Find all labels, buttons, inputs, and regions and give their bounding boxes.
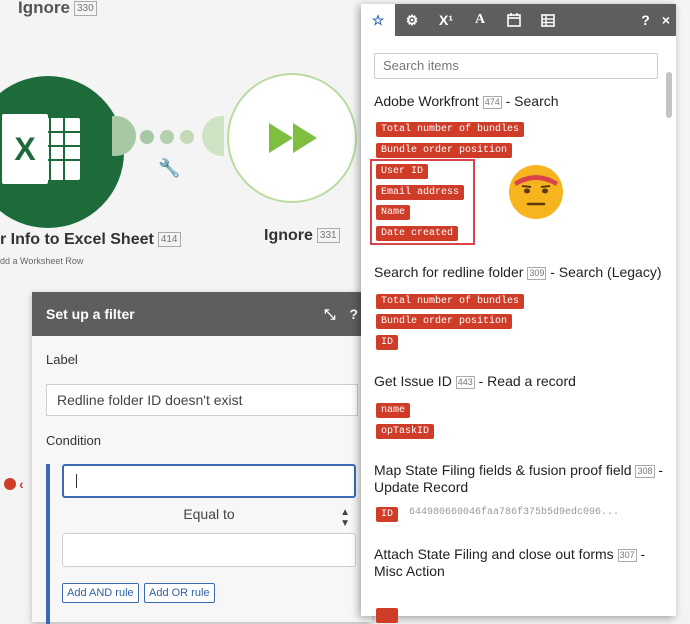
excel-node-id: 414 [157, 232, 181, 248]
module-title[interactable]: Adobe Workfront 474 - Search [374, 93, 559, 110]
module-name: Attach State Filing and close out forms [374, 546, 614, 562]
mapping-item[interactable]: ID [376, 507, 399, 522]
mapping-item[interactable]: ID [376, 335, 399, 350]
condition-group-bar [46, 464, 50, 624]
panel-controls: ? × [629, 4, 670, 36]
help-icon[interactable]: ? [349, 306, 358, 322]
help-icon[interactable]: ? [641, 12, 650, 28]
wrench-icon[interactable]: 🔧 [158, 158, 180, 179]
condition-caption: Condition [46, 433, 101, 448]
module-title[interactable]: Attach State Filing and close out forms … [374, 546, 664, 580]
table-icon [541, 13, 555, 27]
mapping-panel: ☆ ⚙ X¹ A ? × Search items Adobe Workfron… [361, 4, 676, 623]
close-icon[interactable]: × [662, 12, 670, 28]
excel-icon: X [2, 114, 80, 184]
module-title[interactable]: Search for redline folder 309 - Search (… [374, 264, 662, 281]
gear-icon: ⚙ [405, 11, 419, 28]
chevron-left-icon: ‹ [19, 476, 24, 492]
module-id: 307 [617, 548, 637, 562]
mapping-item[interactable]: Bundle order position [376, 314, 513, 329]
tab-array[interactable] [531, 4, 565, 36]
mapping-item[interactable]: Total number of bundles [376, 122, 525, 137]
text-caret [76, 474, 77, 488]
scrollbar[interactable] [666, 72, 672, 118]
filter-dialog: Set up a filter ⤡ ? Label Redline folder… [32, 292, 372, 624]
superscript-icon: X¹ [439, 12, 453, 28]
excel-module-node[interactable]: X [0, 76, 124, 228]
operator-value: Equal to [183, 506, 235, 522]
mapping-item[interactable]: opTaskID [376, 424, 435, 439]
tab-date[interactable] [497, 4, 531, 36]
add-and-rule-button[interactable]: Add AND rule [62, 583, 139, 603]
add-or-rule-button[interactable]: Add OR rule [144, 583, 215, 603]
svg-text:X: X [14, 131, 36, 167]
tab-star[interactable]: ☆ [361, 4, 395, 36]
top-node-label: Ignore 330 [18, 0, 97, 18]
error-handler-dot[interactable] [4, 478, 16, 490]
select-arrows-icon: ▲ ▼ [340, 507, 350, 529]
panel-tabs: ☆ ⚙ X¹ A ? × [361, 4, 676, 36]
ignore-node-title-text: Ignore [264, 227, 313, 244]
ignore-module-node[interactable] [227, 73, 357, 203]
ignore-node-id: 331 [316, 228, 340, 244]
module-title[interactable]: Map State Filing fields & fusion proof f… [374, 462, 664, 496]
connector-dot [140, 130, 154, 144]
mapping-item[interactable] [376, 608, 398, 623]
module-suffix: - Search [501, 93, 559, 109]
module-suffix: - Read a record [474, 373, 576, 389]
star-icon: ☆ [371, 11, 385, 28]
connector-out [112, 116, 136, 156]
tab-text[interactable]: A [463, 4, 497, 36]
search-input[interactable]: Search items [374, 53, 658, 79]
connector-in [202, 116, 224, 156]
module-id: 308 [635, 464, 655, 478]
excel-node-title: r Info to Excel Sheet 414 [0, 231, 181, 249]
text-icon: A [474, 12, 486, 27]
sweating-face-icon [509, 165, 563, 219]
mapping-item-value: 644980660046faa786f375b5d9edc096... [409, 507, 620, 518]
module-id: 474 [482, 95, 502, 109]
filter-header: Set up a filter ⤡ ? [32, 292, 372, 336]
connector-dot [180, 130, 194, 144]
operator-select[interactable]: Equal to ▲ ▼ [62, 506, 356, 529]
module-name: Search for redline folder [374, 264, 524, 280]
calendar-icon [507, 13, 521, 27]
module-id: 309 [527, 266, 547, 280]
top-node-id: 330 [73, 1, 97, 17]
excel-node-subtitle: dd a Worksheet Row [0, 256, 84, 266]
tab-settings[interactable]: ⚙ [395, 4, 429, 36]
highlight-box [370, 159, 475, 245]
ignore-node-title: Ignore 331 [264, 227, 340, 245]
excel-node-title-text: r Info to Excel Sheet [0, 231, 154, 248]
module-name: Get Issue ID [374, 373, 452, 389]
condition-operand-2[interactable] [62, 533, 356, 567]
module-suffix: - Search (Legacy) [546, 264, 662, 280]
tab-math[interactable]: X¹ [429, 4, 463, 36]
connector-dot [160, 130, 174, 144]
fast-forward-icon [269, 123, 317, 153]
module-name: Map State Filing fields & fusion proof f… [374, 462, 632, 478]
mapping-item[interactable]: Total number of bundles [376, 294, 525, 309]
mapping-item[interactable]: Bundle order position [376, 143, 513, 158]
condition-operand-1[interactable] [62, 464, 356, 498]
module-title[interactable]: Get Issue ID 443 - Read a record [374, 373, 576, 390]
module-id: 443 [455, 375, 475, 389]
filter-title: Set up a filter [46, 306, 135, 322]
top-node-title: Ignore [18, 0, 70, 17]
label-caption: Label [46, 352, 78, 367]
module-name: Adobe Workfront [374, 93, 479, 109]
label-input[interactable]: Redline folder ID doesn't exist [46, 384, 358, 416]
expand-icon[interactable]: ⤡ [324, 306, 335, 323]
mapping-item[interactable]: name [376, 403, 411, 418]
